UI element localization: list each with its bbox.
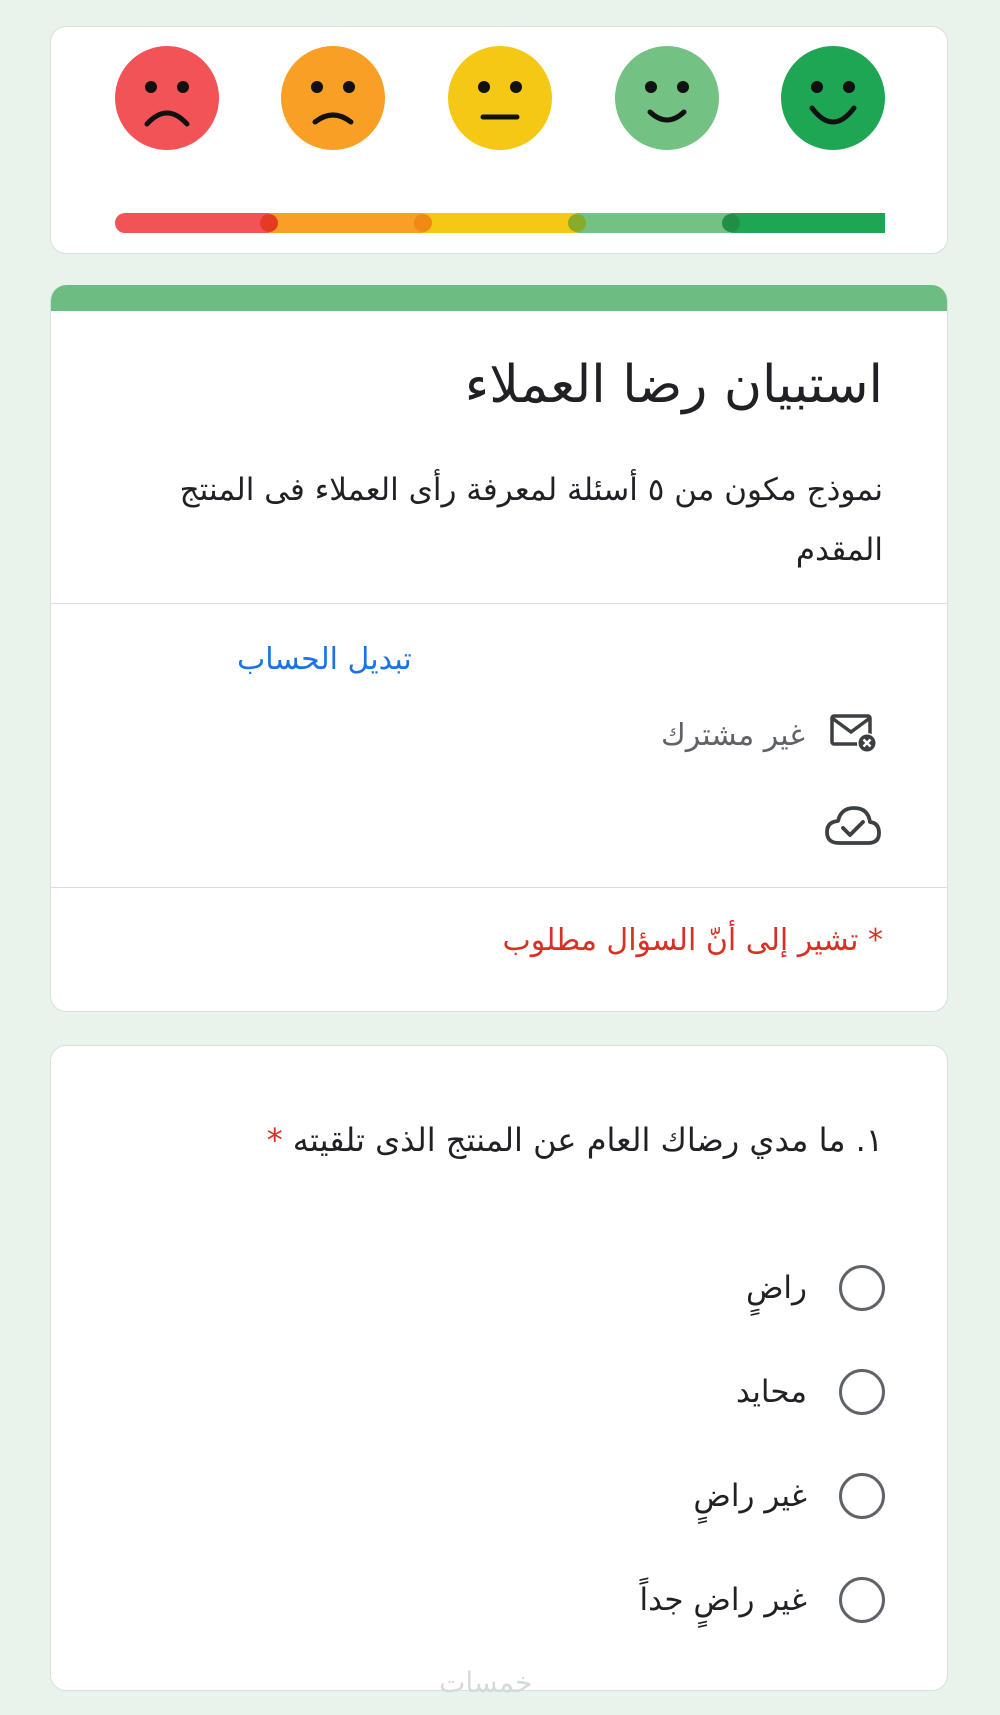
radio-button[interactable] <box>839 1369 885 1415</box>
scale-segment-sad <box>269 213 423 233</box>
option-label: محايد <box>736 1374 807 1410</box>
radio-button[interactable] <box>839 1577 885 1623</box>
form-header-card: استبيان رضا العملاء نموذج مكون من ٥ أسئل… <box>50 285 948 1012</box>
watermark: خمسات <box>439 1666 533 1699</box>
cloud-check-icon <box>823 801 883 851</box>
divider <box>51 887 947 888</box>
mail-off-icon <box>829 711 879 759</box>
scale-marker <box>568 214 586 232</box>
scale-segment-neutral <box>423 213 577 233</box>
question-text: ١. ما مدي رضاك العام عن المنتج الذى تلقي… <box>292 1121 883 1159</box>
form-accent-strip <box>51 285 947 311</box>
happy-face-icon <box>615 46 719 150</box>
scale-segment-happy <box>577 213 731 233</box>
very-happy-face-icon <box>781 46 885 150</box>
scale-marker <box>722 214 740 232</box>
option-unsatisfied[interactable]: غير راضٍ <box>385 1444 885 1548</box>
required-asterisk: * <box>266 1121 283 1159</box>
option-very-unsatisfied[interactable]: غير راضٍ جداً <box>385 1548 885 1652</box>
option-label: غير راضٍ جداً <box>639 1582 808 1618</box>
required-note: * تشير إلى أنّ السؤال مطلوب <box>502 923 883 958</box>
neutral-face-icon <box>448 46 552 150</box>
scale-marker <box>414 214 432 232</box>
scale-marker <box>260 214 278 232</box>
satisfaction-scale-bar <box>115 213 885 233</box>
divider <box>51 603 947 604</box>
option-satisfied[interactable]: راضٍ <box>385 1236 885 1340</box>
option-neutral[interactable]: محايد <box>385 1340 885 1444</box>
question-title: ١. ما مدي رضاك العام عن المنتج الذى تلقي… <box>267 1121 883 1159</box>
scale-segment-very-sad <box>115 213 269 233</box>
option-label: غير راضٍ <box>693 1478 807 1514</box>
question-card: ١. ما مدي رضاك العام عن المنتج الذى تلقي… <box>50 1045 948 1699</box>
option-label: راضٍ <box>745 1270 807 1306</box>
radio-options: راضٍ محايد غير راضٍ غير راضٍ جداً <box>385 1236 885 1652</box>
switch-account-link[interactable]: تبديل الحساب <box>237 642 412 677</box>
very-sad-face-icon <box>115 46 219 150</box>
scale-segment-very-happy <box>731 213 885 233</box>
rating-header-card <box>50 26 948 254</box>
not-shared-label: غير مشترك <box>661 717 805 753</box>
radio-button[interactable] <box>839 1473 885 1519</box>
sad-face-icon <box>281 46 385 150</box>
form-title: استبيان رضا العملاء <box>464 355 883 415</box>
rating-faces-row <box>115 46 885 150</box>
email-not-shared-row: غير مشترك <box>661 710 879 760</box>
form-description: نموذج مكون من ٥ أسئلة لمعرفة رأى العملاء… <box>179 472 883 568</box>
radio-button[interactable] <box>839 1265 885 1311</box>
